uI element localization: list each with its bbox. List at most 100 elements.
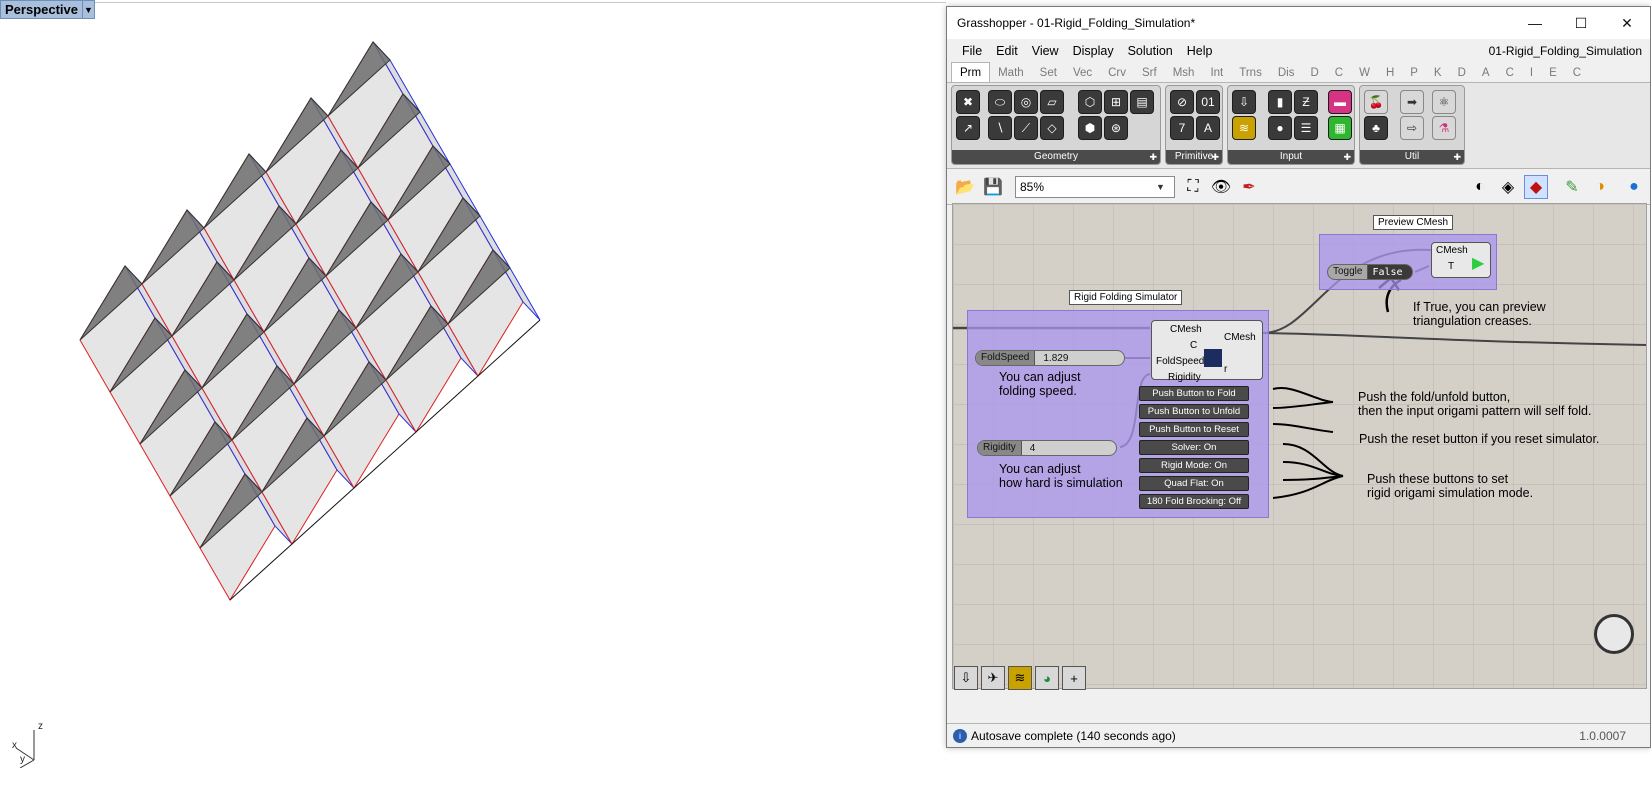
fold-button[interactable]: Push Button to Fold [1139,386,1249,401]
tab-prm[interactable]: Prm [951,62,991,82]
save-file-icon[interactable]: 💾 [981,175,1005,199]
expand-icon[interactable]: ✚ [1149,152,1157,163]
text-param-icon[interactable]: A [1196,116,1220,140]
line-param-icon[interactable]: ∖ [988,116,1012,140]
minimize-button[interactable]: — [1512,7,1558,39]
toggle-value[interactable]: False [1372,267,1402,278]
preview-input-t[interactable]: T [1448,261,1454,272]
group-param-icon[interactable]: ▤ [1130,90,1154,114]
number-param-icon[interactable]: 7 [1170,116,1194,140]
tab-p[interactable]: P [1402,64,1426,82]
toggle-component[interactable]: Toggle False [1327,264,1413,280]
tab-c2[interactable]: C [1498,64,1522,82]
brep-param-icon[interactable]: ⬢ [1078,116,1102,140]
foldspeed-slider[interactable]: FoldSpeed 1.829 [975,350,1125,366]
input-rigidity[interactable]: Rigidity [1168,372,1201,383]
maximize-button[interactable]: ☐ [1558,7,1604,39]
mesh-param-icon[interactable]: ⊞ [1104,90,1128,114]
field-param-icon[interactable]: ⊛ [1104,116,1128,140]
output-cmesh[interactable]: CMesh [1224,332,1256,343]
atom-icon[interactable]: ⚛ [1432,90,1456,114]
add-icon[interactable]: + [1062,666,1086,690]
unfold-button[interactable]: Push Button to Unfold [1139,404,1249,419]
zoom-input[interactable] [1016,179,1156,194]
color-wheel-icon[interactable]: ◑ [1588,175,1612,199]
integer-param-icon[interactable]: 01 [1196,90,1220,114]
grasshopper-canvas[interactable]: Rigid Folding Simulator CMesh C FoldSpee… [952,203,1647,689]
fold-blocking-button[interactable]: 180 Fold Brocking: Off [1139,494,1249,509]
preview-eye-icon[interactable]: 👁 [1209,175,1233,199]
expand-icon[interactable]: ✚ [1211,152,1219,163]
tab-crv[interactable]: Crv [1100,64,1134,82]
panel-icon[interactable]: Ƶ [1294,90,1318,114]
menu-help[interactable]: Help [1180,44,1220,58]
tab-msh[interactable]: Msh [1165,64,1203,82]
slider-value[interactable]: 4 [1030,443,1036,454]
preview-shaded-icon[interactable]: ◈ [1496,175,1520,199]
zoom-dropdown[interactable]: ▼ [1015,175,1175,198]
sketch-pen-icon[interactable]: ✒ [1237,175,1261,199]
button-icon[interactable]: ● [1268,116,1292,140]
group-label[interactable]: Preview CMesh [1373,215,1454,230]
viewport-tab[interactable]: Perspective ▼ [0,0,95,19]
preview-wire-icon[interactable]: ◐ [1468,175,1492,199]
slider-icon[interactable]: ▮ [1268,90,1292,114]
boolean-param-icon[interactable]: ⊘ [1170,90,1194,114]
box-param-icon[interactable]: ⬡ [1078,90,1102,114]
input-c[interactable]: C [1190,340,1197,351]
preview-selected-icon[interactable]: ◆ [1524,174,1548,199]
tab-c[interactable]: C [1327,64,1351,82]
menu-display[interactable]: Display [1066,44,1121,58]
flask-icon[interactable]: ⚗ [1432,116,1456,140]
reset-button[interactable]: Push Button to Reset [1139,422,1249,437]
circle-param-icon[interactable]: ⬭ [988,90,1012,114]
tab-set[interactable]: Set [1032,64,1065,82]
tab-a[interactable]: A [1474,64,1498,82]
tab-w[interactable]: W [1351,64,1378,82]
slider-value[interactable]: 1.829 [1043,353,1068,364]
remote-control-icon[interactable]: ✈ [981,666,1005,690]
close-button[interactable]: ✕ [1604,7,1650,39]
value-list-icon[interactable]: ☰ [1294,116,1318,140]
rigid-folding-component[interactable]: CMesh C FoldSpeed Rigidity CMesh r [1151,320,1263,383]
tab-d[interactable]: D [1302,64,1326,82]
matrix-icon[interactable]: ▦ [1328,116,1352,140]
tab-math[interactable]: Math [990,64,1032,82]
tab-vec[interactable]: Vec [1065,64,1100,82]
tab-c3[interactable]: C [1565,64,1589,82]
arrow-outline-icon[interactable]: ⇨ [1400,116,1424,140]
tab-i[interactable]: I [1522,64,1541,82]
group-label[interactable]: Rigid Folding Simulator [1069,290,1183,305]
gumball-icon[interactable]: ✎ [1560,175,1584,199]
output-r[interactable]: r [1224,364,1227,375]
tab-e[interactable]: E [1541,64,1565,82]
graph-mapper-icon[interactable]: ≋ [1232,116,1256,140]
tab-k[interactable]: K [1426,64,1450,82]
expand-icon[interactable]: ✚ [1453,152,1461,163]
tab-int[interactable]: Int [1202,64,1231,82]
origami-scene[interactable] [0,0,946,788]
viewer-icon[interactable]: ◕ [1035,666,1059,690]
open-file-icon[interactable]: 📂 [953,175,977,199]
rhino-viewport[interactable]: Perspective ▼ z x y [0,0,946,788]
cherry-icon[interactable]: 🍒 [1364,90,1388,114]
plane-param-icon[interactable]: ◇ [1040,116,1064,140]
polyline-param-icon[interactable]: ⟋ [1014,116,1038,140]
data-input-icon[interactable]: ⇩ [1232,90,1256,114]
rigidity-slider[interactable]: Rigidity 4 [977,440,1117,456]
gradient-icon[interactable]: ▬ [1328,90,1352,114]
input-foldspeed[interactable]: FoldSpeed [1156,356,1204,367]
tab-h[interactable]: H [1378,64,1402,82]
tab-trns[interactable]: Trns [1231,64,1270,82]
expand-icon[interactable]: ✚ [1343,152,1351,163]
chevron-down-icon[interactable]: ▼ [82,1,94,18]
preview-input-cmesh[interactable]: CMesh [1436,245,1468,256]
title-bar[interactable]: Grasshopper - 01-Rigid_Folding_Simulatio… [947,7,1650,39]
tab-d2[interactable]: D [1450,64,1474,82]
arrow-right-icon[interactable]: ➡ [1400,90,1424,114]
surface-param-icon[interactable]: ▱ [1040,90,1064,114]
menu-view[interactable]: View [1025,44,1066,58]
point-param-icon[interactable]: ↗ [956,116,980,140]
quad-flat-button[interactable]: Quad Flat: On [1139,476,1249,491]
geometry-param-icon[interactable]: ✖ [956,90,980,114]
